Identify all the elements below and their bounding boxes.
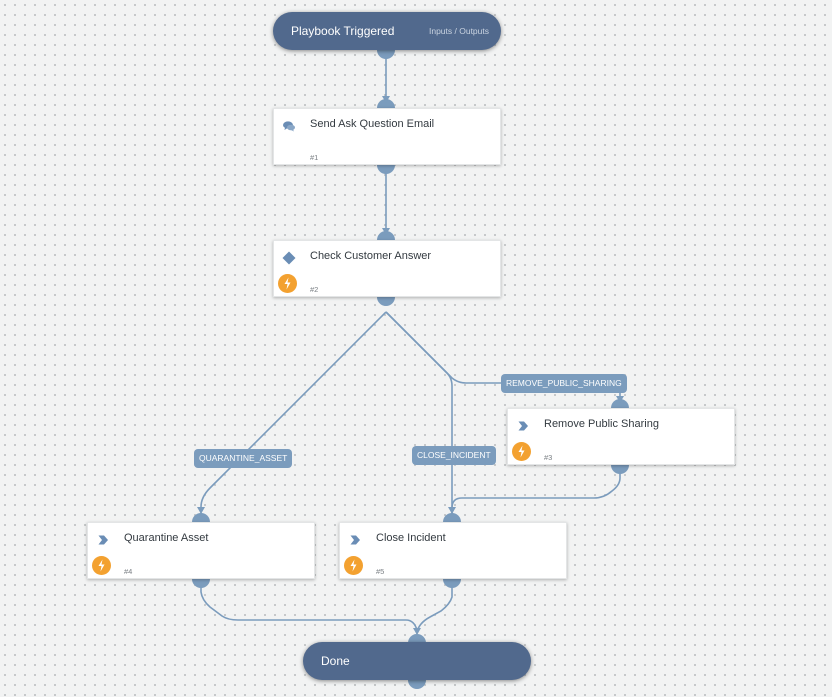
start-node-title: Playbook Triggered [291,24,395,38]
diamond-condition-icon [282,251,296,265]
task-node-quarantine-asset[interactable]: Quarantine Asset #4 [87,522,315,579]
edge-task2-task5 [385,311,453,514]
branch-label-close-incident[interactable]: CLOSE_INCIDENT [412,446,496,465]
task-name: Send Ask Question Email [310,118,435,130]
edge-task2-task4 [200,311,387,514]
automation-bolt-icon [278,274,297,293]
task-name: Check Customer Answer [310,250,432,262]
edge-task4-end [200,584,418,634]
task-node-check-customer-answer[interactable]: Check Customer Answer #2 [273,240,501,297]
inputs-outputs-link[interactable]: Inputs / Outputs [429,12,489,50]
arrow-head [448,507,456,514]
edge-task3-task5 [451,470,621,514]
port-end-out[interactable] [408,680,426,689]
arrow-head [413,628,421,635]
task-name: Close Incident [376,532,446,544]
edges-layer [192,50,629,689]
branch-label-quarantine-asset[interactable]: QUARANTINE_ASSET [194,449,293,468]
task-number: #5 [376,567,385,576]
branch-label-remove-public-sharing[interactable]: REMOVE_PUBLIC_SHARING [501,374,627,393]
done-node[interactable]: Done [303,642,531,680]
port-task5-in[interactable] [443,513,461,522]
task-node-remove-public-sharing[interactable]: Remove Public Sharing #3 [507,408,735,465]
playbook-canvas[interactable]: Playbook Triggered Inputs / Outputs Send… [0,0,832,697]
chevron-right-icon [516,419,530,433]
task-number: #1 [310,153,319,162]
port-task4-out[interactable] [192,579,210,588]
automation-bolt-icon [512,442,531,461]
playbook-triggered-node[interactable]: Playbook Triggered Inputs / Outputs [273,12,501,50]
end-node-title: Done [321,654,350,668]
port-task1-out[interactable] [377,165,395,174]
task-name: Quarantine Asset [124,532,209,544]
port-task5-out[interactable] [443,579,461,588]
automation-bolt-icon [344,556,363,575]
port-task2-out[interactable] [377,297,395,306]
task-number: #2 [310,285,319,294]
port-start-out[interactable] [377,50,395,59]
chevron-right-icon [96,533,110,547]
task-node-send-ask-question-email[interactable]: Send Ask Question Email #1 [273,108,501,165]
port-task3-out[interactable] [611,465,629,474]
task-number: #3 [544,453,553,462]
task-number: #4 [124,567,133,576]
task-name: Remove Public Sharing [544,418,659,430]
edge-task5-end [416,584,453,633]
chevron-right-icon [348,533,362,547]
chat-bubbles-icon [282,119,296,133]
port-task4-in[interactable] [192,513,210,522]
arrow-head [197,507,205,514]
automation-bolt-icon [92,556,111,575]
task-node-close-incident[interactable]: Close Incident #5 [339,522,567,579]
